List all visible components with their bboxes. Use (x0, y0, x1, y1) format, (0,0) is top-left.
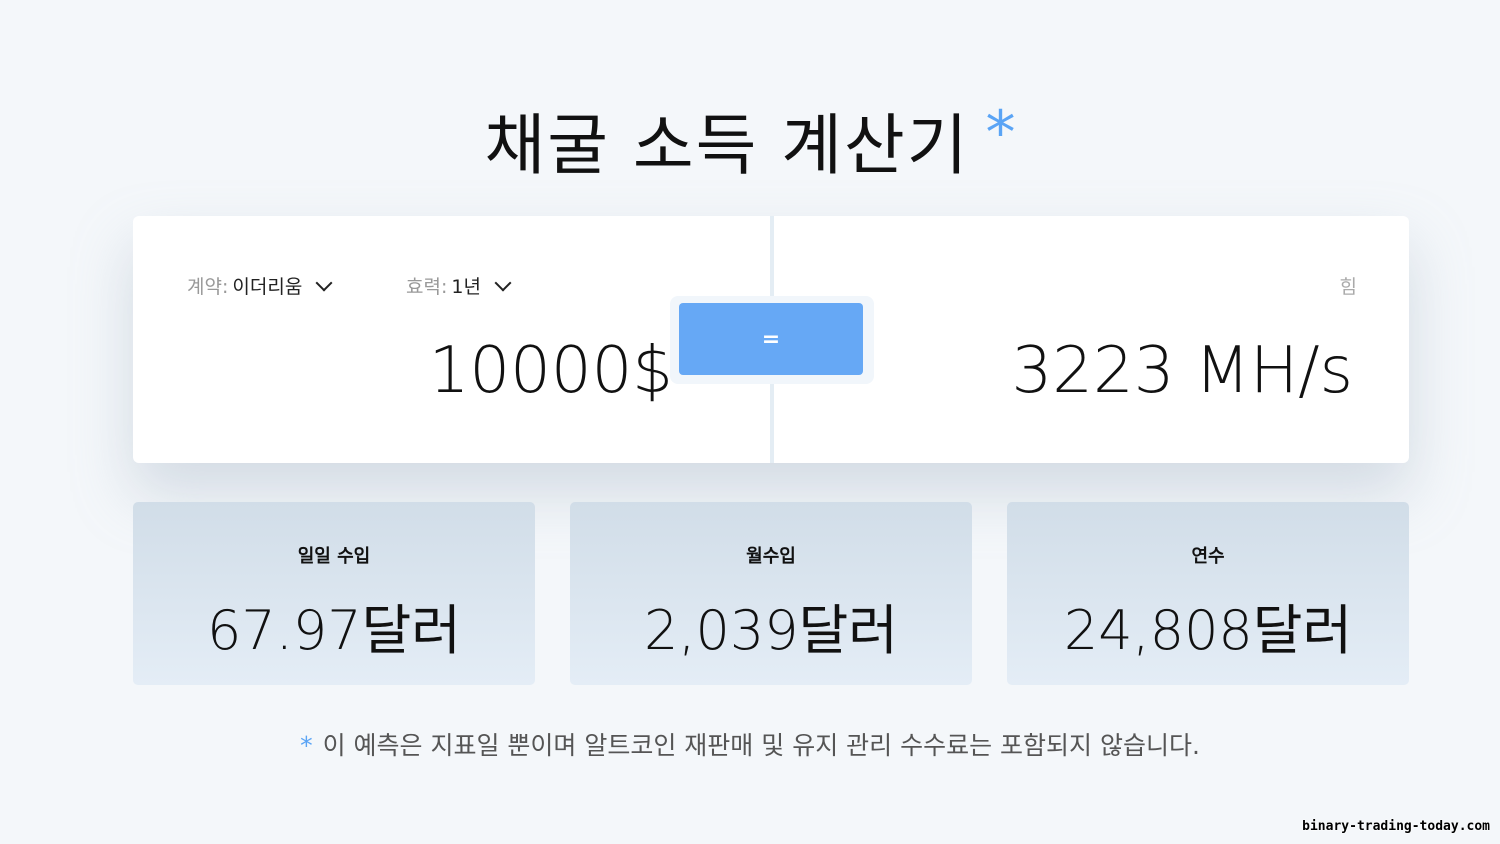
daily-income-value: 67.97달러 (207, 599, 461, 662)
daily-income-label: 일일 수입 (297, 546, 371, 567)
contract-label: 계약: (187, 276, 229, 298)
hashrate-output[interactable]: 3223 MH/s (1012, 334, 1353, 408)
investment-amount-input[interactable]: 10000$ (429, 334, 673, 408)
validity-label: 효력: (406, 276, 448, 298)
validity-select[interactable]: 효력: 1년 (406, 272, 512, 299)
page-title: 채굴 소득 계산기 (484, 107, 970, 184)
title-asterisk: * (985, 98, 1016, 168)
yearly-income-label: 연수 (1191, 546, 1225, 567)
power-label: 힘 (1339, 276, 1357, 298)
monthly-income-label: 월수입 (746, 546, 796, 567)
chevron-down-icon (494, 274, 512, 291)
watermark: binary-trading-today.com (1302, 819, 1490, 834)
yearly-income-value: 24,808달러 (1063, 599, 1353, 662)
chevron-down-icon (315, 274, 333, 291)
validity-value: 1년 (451, 276, 481, 298)
disclaimer-asterisk: * (300, 731, 313, 760)
disclaimer-text: 이 예측은 지표일 뿐이며 알트코인 재판매 및 유지 관리 수수료는 포함되지… (322, 731, 1200, 760)
daily-income-card: 일일 수입 67.97달러 (133, 502, 535, 685)
contract-select[interactable]: 계약: 이더리움 (187, 272, 333, 299)
disclaimer: * 이 예측은 지표일 뿐이며 알트코인 재판매 및 유지 관리 수수료는 포함되… (0, 726, 1500, 762)
title-area: 채굴 소득 계산기 * (0, 92, 1500, 188)
equals-button[interactable]: = (679, 303, 863, 375)
contract-value: 이더리움 (232, 276, 303, 298)
yearly-income-card: 연수 24,808달러 (1007, 502, 1409, 685)
monthly-income-card: 월수입 2,039달러 (570, 502, 972, 685)
monthly-income-value: 2,039달러 (644, 599, 898, 662)
calculator-card: 계약: 이더리움 효력: 1년 힘 10000$ 3223 MH/s = (133, 216, 1409, 463)
